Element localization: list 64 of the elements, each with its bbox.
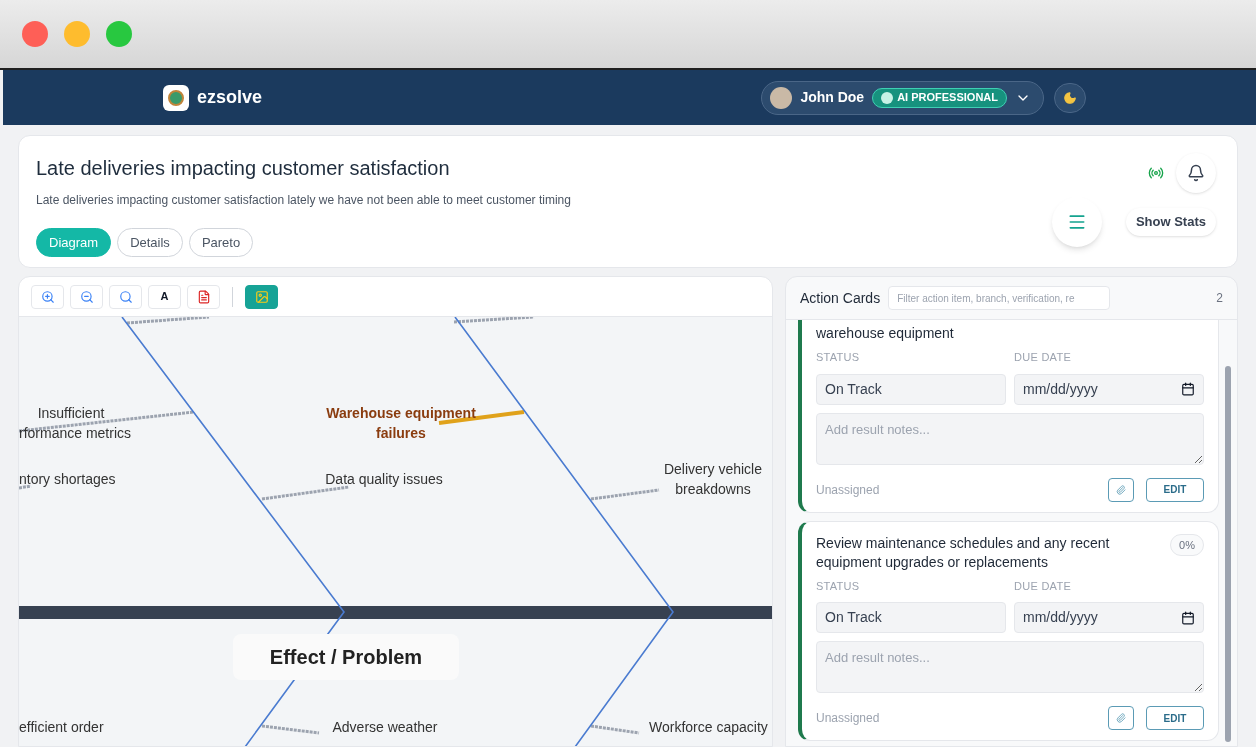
due-date-field[interactable]: mm/dd/yyyy bbox=[1014, 602, 1204, 633]
status-field[interactable]: On Track bbox=[816, 373, 1006, 405]
user-menu[interactable]: John Doe AI PROFESSIONAL bbox=[761, 80, 1044, 115]
user-name: John Doe bbox=[800, 88, 865, 107]
cause-label[interactable]: rformance metrics bbox=[19, 423, 159, 443]
date-value: mm/dd/yyyy bbox=[1023, 379, 1098, 399]
due-date-field[interactable]: mm/dd/yyyy bbox=[1014, 373, 1204, 405]
menu-button[interactable] bbox=[1051, 197, 1102, 247]
show-stats-button[interactable]: Show Stats bbox=[1125, 208, 1216, 236]
assignee-text: Unassigned bbox=[816, 710, 880, 727]
cause-label[interactable]: Insufficient bbox=[19, 403, 123, 423]
cause-label[interactable]: Warehouse equipment failures bbox=[309, 403, 493, 443]
assignee-text: Unassigned bbox=[816, 481, 880, 499]
pdf-icon bbox=[196, 289, 211, 304]
filter-field[interactable]: Filter action item, branch, verification, re bbox=[888, 286, 1111, 310]
problem-description: Late deliveries impacting customer satisfaction lately we have not been able to meet customer timing bbox=[36, 192, 571, 209]
cause-label[interactable]: Adverse weather bbox=[319, 717, 451, 737]
zoom-out-icon bbox=[79, 289, 94, 304]
paperclip-icon bbox=[1116, 484, 1126, 495]
view-tab[interactable]: Details bbox=[117, 228, 183, 257]
view-tab[interactable]: Pareto bbox=[188, 228, 254, 257]
action-title: Review maintenance schedules and any recent equipment upgrades or replacements bbox=[816, 533, 1111, 572]
brand-name[interactable]: ezsolve bbox=[197, 84, 263, 111]
panel-title: Action Cards bbox=[800, 288, 881, 308]
image-icon bbox=[254, 289, 269, 304]
problem-title: Late deliveries impacting customer satisfaction bbox=[36, 156, 451, 181]
logo-icon[interactable] bbox=[163, 84, 189, 111]
cause-label[interactable]: Delivery vehicle breakdowns bbox=[647, 459, 772, 499]
notes-field[interactable]: Add result notes... bbox=[816, 641, 1204, 693]
maximize-window-button[interactable] bbox=[106, 21, 132, 47]
cause-label[interactable]: Workforce capacity bbox=[649, 717, 772, 737]
plan-badge: AI PROFESSIONAL bbox=[872, 87, 1007, 108]
moon-icon bbox=[1063, 90, 1077, 105]
paperclip-icon bbox=[1116, 713, 1126, 723]
attach-button[interactable] bbox=[1108, 477, 1134, 502]
effect-box[interactable]: Effect / Problem bbox=[233, 634, 459, 680]
notes-field[interactable]: Add result notes... bbox=[816, 412, 1204, 465]
calendar-icon[interactable] bbox=[1181, 382, 1195, 396]
status-label: STATUS bbox=[816, 578, 861, 594]
avatar-icon bbox=[770, 86, 793, 109]
status-label: STATUS bbox=[816, 350, 861, 365]
due-date-label: DUE DATE bbox=[1014, 350, 1072, 365]
calendar-icon[interactable] bbox=[1181, 610, 1195, 625]
close-window-button[interactable] bbox=[22, 21, 48, 47]
notifications-button[interactable] bbox=[1176, 153, 1216, 193]
attach-button[interactable] bbox=[1108, 706, 1134, 730]
action-title: warehouse equipment bbox=[816, 324, 954, 343]
search-icon bbox=[118, 289, 133, 304]
bell-icon bbox=[1187, 164, 1205, 182]
theme-toggle-button[interactable] bbox=[1054, 82, 1086, 113]
zoom-in-icon bbox=[40, 289, 55, 304]
cause-label[interactable]: Data quality issues bbox=[309, 469, 459, 489]
cause-label[interactable]: ntory shortages bbox=[19, 469, 139, 489]
percent-badge: 0% bbox=[1170, 533, 1204, 556]
card-count: 2 bbox=[1216, 290, 1223, 307]
edit-button[interactable]: EDIT bbox=[1146, 706, 1204, 730]
due-date-label: DUE DATE bbox=[1014, 578, 1072, 594]
live-signal-icon bbox=[1148, 165, 1164, 181]
text-size-button[interactable]: A bbox=[148, 284, 181, 309]
date-value: mm/dd/yyyy bbox=[1023, 608, 1098, 627]
toolbar-button[interactable] bbox=[245, 284, 278, 309]
cause-label[interactable]: efficient order bbox=[19, 717, 129, 737]
edit-button[interactable]: EDIT bbox=[1146, 477, 1204, 502]
status-field[interactable]: On Track bbox=[816, 602, 1006, 633]
